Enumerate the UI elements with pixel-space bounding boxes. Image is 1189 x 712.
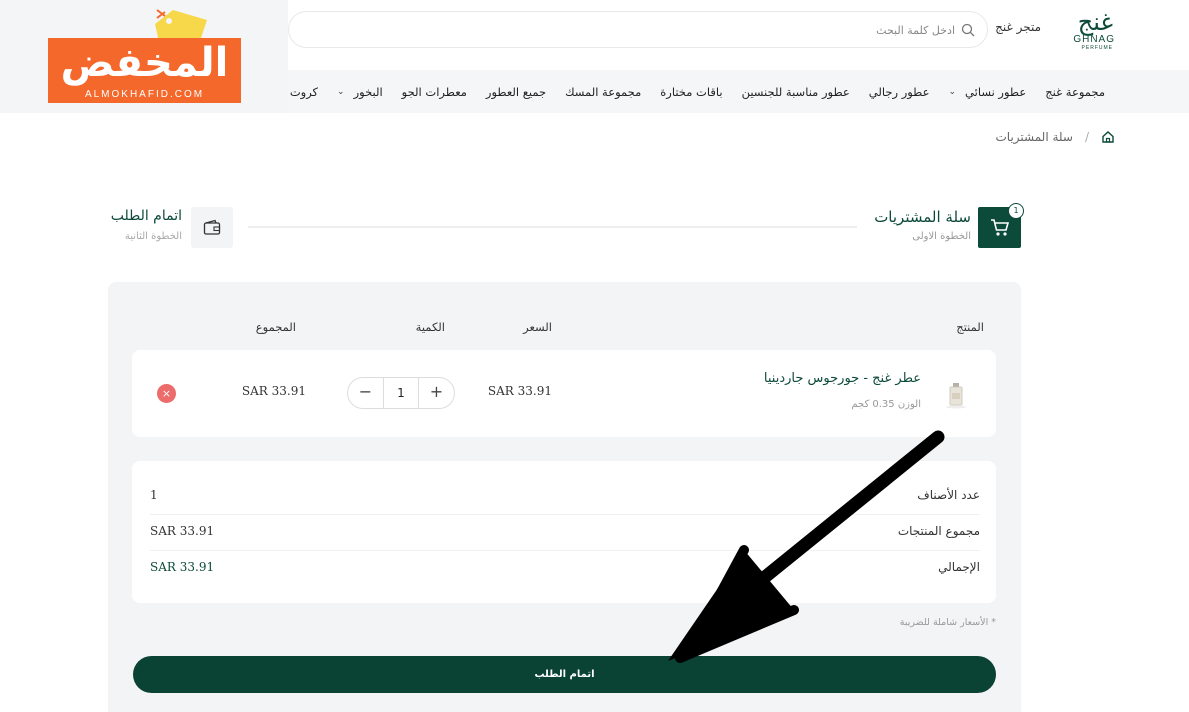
product-weight: الوزن 0.35 كجم	[851, 399, 921, 410]
nav-item-unisex-perfumes[interactable]: عطور مناسبة للجنسين	[742, 85, 850, 99]
nav-list: مجموعة غنج عطور نسائي ⌄ عطور رجالي عطور م…	[258, 70, 1105, 113]
store-name[interactable]: متجر غنج	[995, 20, 1041, 34]
item-price: SAR 33.91	[487, 384, 552, 398]
chevron-down-icon: ⌄	[337, 86, 345, 97]
cart-icon	[991, 219, 1010, 236]
nav-item-label: جميع العطور	[485, 84, 547, 99]
search-bar[interactable]	[288, 11, 988, 48]
nav-item-label: باقات مختارة	[660, 84, 723, 99]
cart-count-badge: 1	[1008, 203, 1024, 219]
nav-item-women-perfumes[interactable]: عطور نسائي ⌄	[948, 85, 1026, 99]
product-thumbnail[interactable]	[936, 373, 976, 415]
remove-item-button[interactable]: ×	[157, 384, 176, 403]
summary-label: الإجمالي	[938, 560, 980, 574]
nav-item-label: معطرات الجو	[401, 84, 467, 99]
main-nav: مجموعة غنج عطور نسائي ⌄ عطور رجالي عطور م…	[277, 70, 1189, 113]
item-total: SAR 33.91	[241, 384, 306, 398]
step-cart-title: سلة المشتريات	[874, 208, 971, 226]
nav-item-ghnag-collection[interactable]: مجموعة غنج	[1045, 85, 1105, 99]
brand-logo-latin-sub: PERFUME	[1081, 45, 1113, 51]
product-name-link[interactable]: عطر غنج - جورجوس جاردينيا	[764, 371, 921, 386]
summary-value: 1	[150, 488, 158, 502]
step-checkout-subtitle: الخطوة الثانية	[124, 231, 182, 242]
search-icon[interactable]	[961, 23, 975, 37]
steps-connector	[248, 226, 857, 228]
nav-item-incense[interactable]: البخور ⌄	[337, 85, 383, 99]
brand-logo-script: غنج	[1077, 8, 1113, 36]
home-icon[interactable]	[1101, 130, 1115, 144]
header-quantity: الكمية	[415, 320, 445, 334]
brand-logo-latin: GHNAG	[1073, 34, 1115, 45]
quantity-value[interactable]: 1	[384, 378, 418, 408]
nav-item-label: مجموعة المسك	[565, 84, 642, 99]
search-input[interactable]	[335, 20, 955, 40]
header-total: المجموع	[255, 320, 296, 334]
nav-item-label: عطور نسائي	[965, 84, 1027, 99]
nav-item-selected-bundles[interactable]: باقات مختارة	[660, 85, 722, 99]
brand-logo[interactable]: غنج GHNAG PERFUME	[1071, 8, 1117, 52]
quantity-increase-button[interactable]: +	[418, 378, 454, 408]
step-cart-subtitle: الخطوة الاولى	[912, 231, 971, 242]
quantity-stepper[interactable]: − 1 +	[347, 377, 455, 409]
breadcrumb: / سلة المشتريات	[996, 130, 1116, 144]
nav-item-label: عطور مناسبة للجنسين	[741, 84, 850, 99]
nav-item-label: عطور رجالي	[868, 84, 930, 99]
nav-item-men-perfumes[interactable]: عطور رجالي	[869, 85, 930, 99]
nav-item-label: مجموعة غنج	[1045, 84, 1105, 99]
summary-row-items-count: عدد الأصناف 1	[150, 488, 980, 524]
summary-row-grand-total: الإجمالي SAR 33.91	[150, 560, 980, 596]
header-price: السعر	[523, 320, 552, 334]
watermark-logo: المخفض ALMOKHAFID.COM	[0, 0, 288, 113]
breadcrumb-separator: /	[1084, 130, 1089, 144]
summary-row-subtotal: مجموع المنتجات SAR 33.91	[150, 524, 980, 560]
nav-item-musk-collection[interactable]: مجموعة المسك	[565, 85, 641, 99]
summary-divider	[150, 514, 980, 515]
nav-item-air-fresheners[interactable]: معطرات الجو	[402, 85, 467, 99]
checkout-button[interactable]: اتمام الطلب	[133, 656, 996, 693]
summary-label: مجموع المنتجات	[897, 524, 980, 538]
summary-value: SAR 33.91	[150, 560, 215, 574]
summary-label: عدد الأصناف	[917, 488, 980, 502]
summary-divider	[150, 550, 980, 551]
header-product: المنتج	[956, 320, 984, 334]
watermark-text: المخفض	[60, 40, 229, 86]
summary-value: SAR 33.91	[150, 524, 215, 538]
nav-item-all-perfumes[interactable]: جميع العطور	[486, 85, 546, 99]
watermark-subtext: ALMOKHAFID.COM	[84, 89, 205, 100]
step-checkout-icon-box	[191, 207, 233, 248]
step-checkout-title: اتمام الطلب	[110, 208, 182, 224]
breadcrumb-current: سلة المشتريات	[995, 130, 1073, 144]
wallet-icon	[203, 219, 221, 235]
nav-item-label: البخور	[353, 84, 383, 99]
quantity-decrease-button[interactable]: −	[348, 378, 384, 408]
chevron-down-icon: ⌄	[948, 86, 957, 97]
tax-note: * الأسعار شاملة للضريبة	[899, 617, 996, 628]
